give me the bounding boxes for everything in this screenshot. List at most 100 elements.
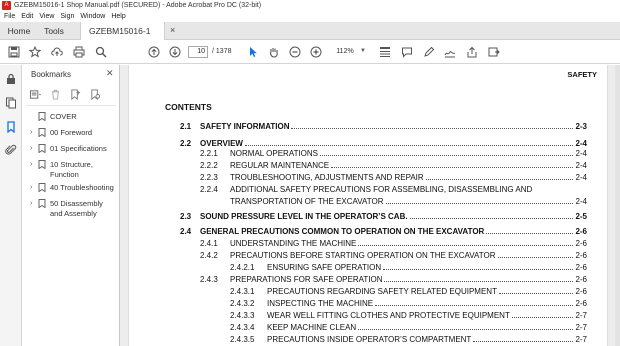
zoom-in-icon[interactable] xyxy=(308,44,324,60)
hand-tool-icon[interactable] xyxy=(266,44,282,60)
toc-leader-dots xyxy=(425,174,574,180)
toc-entry[interactable]: 2.4 GENERAL PRECAUTIONS COMMON TO OPERATI… xyxy=(180,227,587,236)
bookmark-item-foreword[interactable]: › 00 Foreword xyxy=(30,128,118,138)
toc-entry[interactable]: 2.4.3.1 PRECAUTIONS REGARDING SAFETY RELA… xyxy=(230,287,587,296)
bookmark-star-icon[interactable] xyxy=(27,44,43,60)
tab-document[interactable]: GZEBM15016-1 Sh... xyxy=(80,22,165,54)
toc-number: 2.4.3.1 xyxy=(230,287,255,296)
tab-bar: Home Tools GZEBM15016-1 Sh... × xyxy=(0,22,620,54)
fill-sign-icon[interactable] xyxy=(442,44,458,60)
bookmark-item-cover[interactable]: COVER xyxy=(30,112,118,122)
close-panel-icon[interactable]: ✕ xyxy=(106,68,114,79)
bookmark-label: 50 Disassembly and Assembly xyxy=(50,199,103,218)
bookmark-item-structure-function[interactable]: › 10 Structure, Function xyxy=(30,160,118,179)
toc-entry[interactable]: 2.4.3 PREPARATIONS FOR SAFE OPERATION 2-6 xyxy=(200,275,587,284)
toc-entry[interactable]: 2.4.2.1 ENSURING SAFE OPERATION 2-6 xyxy=(230,263,587,272)
chevron-right-icon[interactable]: › xyxy=(30,160,38,169)
tab-close-icon[interactable]: × xyxy=(170,25,175,35)
toc-entry[interactable]: 2.2.2 REGULAR MAINTENANCE 2-4 xyxy=(200,161,587,170)
highlight-pen-icon[interactable] xyxy=(421,44,437,60)
chevron-down-icon[interactable]: ▼ xyxy=(360,48,366,54)
send-document-icon[interactable] xyxy=(486,44,502,60)
toc-page-number: 2-7 xyxy=(575,323,587,332)
toc-entry[interactable]: 2.4.2 PRECAUTIONS BEFORE STARTING OPERATI… xyxy=(200,251,587,260)
bookmark-search-icon[interactable] xyxy=(88,87,102,101)
chevron-right-icon[interactable]: › xyxy=(30,144,38,153)
toc-title: NORMAL OPERATIONS xyxy=(230,149,319,158)
vertical-scrollbar[interactable] xyxy=(615,65,620,346)
zoom-level-select[interactable]: 112% xyxy=(330,46,360,58)
new-bookmark-icon[interactable] xyxy=(68,87,82,101)
bookmark-icon xyxy=(38,128,46,138)
bookmark-icon xyxy=(38,160,46,170)
toc-leader-dots xyxy=(358,240,574,246)
share-icon[interactable] xyxy=(464,44,480,60)
lock-icon[interactable] xyxy=(5,73,17,85)
bookmark-item-specifications[interactable]: › 01 Specifications xyxy=(30,144,118,154)
page-number-input[interactable]: 10 xyxy=(188,46,208,58)
toc-entry[interactable]: 2.4.3.5 PRECAUTIONS INSIDE OPERATOR’S COM… xyxy=(230,335,587,344)
toc-entry[interactable]: 2.2.1 NORMAL OPERATIONS 2-4 xyxy=(200,149,587,158)
chevron-right-icon[interactable]: › xyxy=(30,128,38,137)
tab-tools[interactable]: Tools xyxy=(38,22,70,40)
toc-entry[interactable]: 2.4.3.2 INSPECTING THE MACHINE 2-6 xyxy=(230,299,587,308)
toc-title: REGULAR MAINTENANCE xyxy=(230,161,330,170)
search-icon[interactable] xyxy=(93,44,109,60)
bookmarks-panel-icon[interactable] xyxy=(5,121,17,134)
upload-cloud-icon[interactable] xyxy=(49,44,65,60)
toc-entry[interactable]: 2.4.3.4 KEEP MACHINE CLEAN 2-7 xyxy=(230,323,587,332)
next-page-icon[interactable] xyxy=(167,44,183,60)
toc-number: 2.4.3.2 xyxy=(230,299,255,308)
pdf-page: SAFETY CONTENTS 2.1 SAFETY INFORMATION 2-3… xyxy=(128,65,608,346)
comment-icon[interactable] xyxy=(399,44,415,60)
toc-leader-dots xyxy=(244,140,574,146)
toc-entry[interactable]: 2.1 SAFETY INFORMATION 2-3 xyxy=(180,122,587,131)
toc-leader-dots xyxy=(384,276,574,282)
toc-entry[interactable]: TRANSPORTATION OF THE EXCAVATOR 2-4 xyxy=(200,197,587,206)
toc-leader-dots xyxy=(358,324,574,330)
toc-entry[interactable]: 2.2.3 TROUBLESHOOTING, ADJUSTMENTS AND RE… xyxy=(200,173,587,182)
page-thumbnails-icon[interactable] xyxy=(5,97,17,109)
bookmark-item-troubleshooting[interactable]: › 40 Troubleshooting xyxy=(30,183,118,193)
attachment-paperclip-icon[interactable] xyxy=(5,144,17,156)
toc-title: INSPECTING THE MACHINE xyxy=(267,299,374,308)
previous-page-icon[interactable] xyxy=(146,44,162,60)
save-icon[interactable] xyxy=(6,44,22,60)
bookmark-icon xyxy=(38,199,46,209)
menu-edit[interactable]: Edit xyxy=(18,13,36,20)
bookmark-label: 01 Specifications xyxy=(50,144,107,153)
tab-home[interactable]: Home xyxy=(0,22,38,40)
delete-bookmark-icon[interactable] xyxy=(48,87,62,101)
menu-window[interactable]: Window xyxy=(77,13,108,20)
toc-number: 2.2.2 xyxy=(200,161,218,170)
chevron-right-icon[interactable]: › xyxy=(30,199,38,208)
toc-entry[interactable]: 2.3 SOUND PRESSURE LEVEL IN THE OPERATOR’… xyxy=(180,212,587,221)
menu-view[interactable]: View xyxy=(36,13,57,20)
toc-leader-dots xyxy=(473,336,574,342)
zoom-out-icon[interactable] xyxy=(287,44,303,60)
toc-title: PREPARATIONS FOR SAFE OPERATION xyxy=(230,275,383,284)
toc-page-number: 2-6 xyxy=(575,239,587,248)
print-icon[interactable] xyxy=(71,44,87,60)
toc-title: OVERVIEW xyxy=(200,139,243,148)
toc-entry[interactable]: 2.2 OVERVIEW 2-4 xyxy=(180,139,587,148)
toc-page-number: 2-4 xyxy=(575,149,587,158)
page-display-icon[interactable] xyxy=(377,44,393,60)
bookmark-item-disassembly-assembly[interactable]: › 50 Disassembly and Assembly xyxy=(30,199,118,218)
menu-file[interactable]: File xyxy=(0,13,18,20)
toc-entry[interactable]: 2.2.4 ADDITIONAL SAFETY PRECAUTIONS FOR A… xyxy=(200,185,587,194)
toc-page-number: 2-4 xyxy=(575,139,587,148)
select-cursor-icon[interactable] xyxy=(245,44,261,60)
bookmark-label: 10 Structure, Function xyxy=(50,160,93,179)
toc-entry[interactable]: 2.4.3.3 WEAR WELL FITTING CLOTHES AND PRO… xyxy=(230,311,587,320)
toc-entry[interactable]: 2.4.1 UNDERSTANDING THE MACHINE 2-6 xyxy=(200,239,587,248)
bookmark-icon xyxy=(38,112,46,122)
menu-sign[interactable]: Sign xyxy=(57,13,77,20)
menu-bar: File Edit View Sign Window Help xyxy=(0,11,620,22)
document-viewer[interactable]: SAFETY CONTENTS 2.1 SAFETY INFORMATION 2-3… xyxy=(120,65,620,346)
window-title: GZEBM15016-1 Shop Manual.pdf (SECURED) -… xyxy=(14,2,262,9)
menu-help[interactable]: Help xyxy=(108,13,128,20)
chevron-right-icon[interactable]: › xyxy=(30,183,38,192)
toc-page-number: 2-4 xyxy=(575,161,587,170)
bookmark-options-icon[interactable] xyxy=(28,87,42,101)
